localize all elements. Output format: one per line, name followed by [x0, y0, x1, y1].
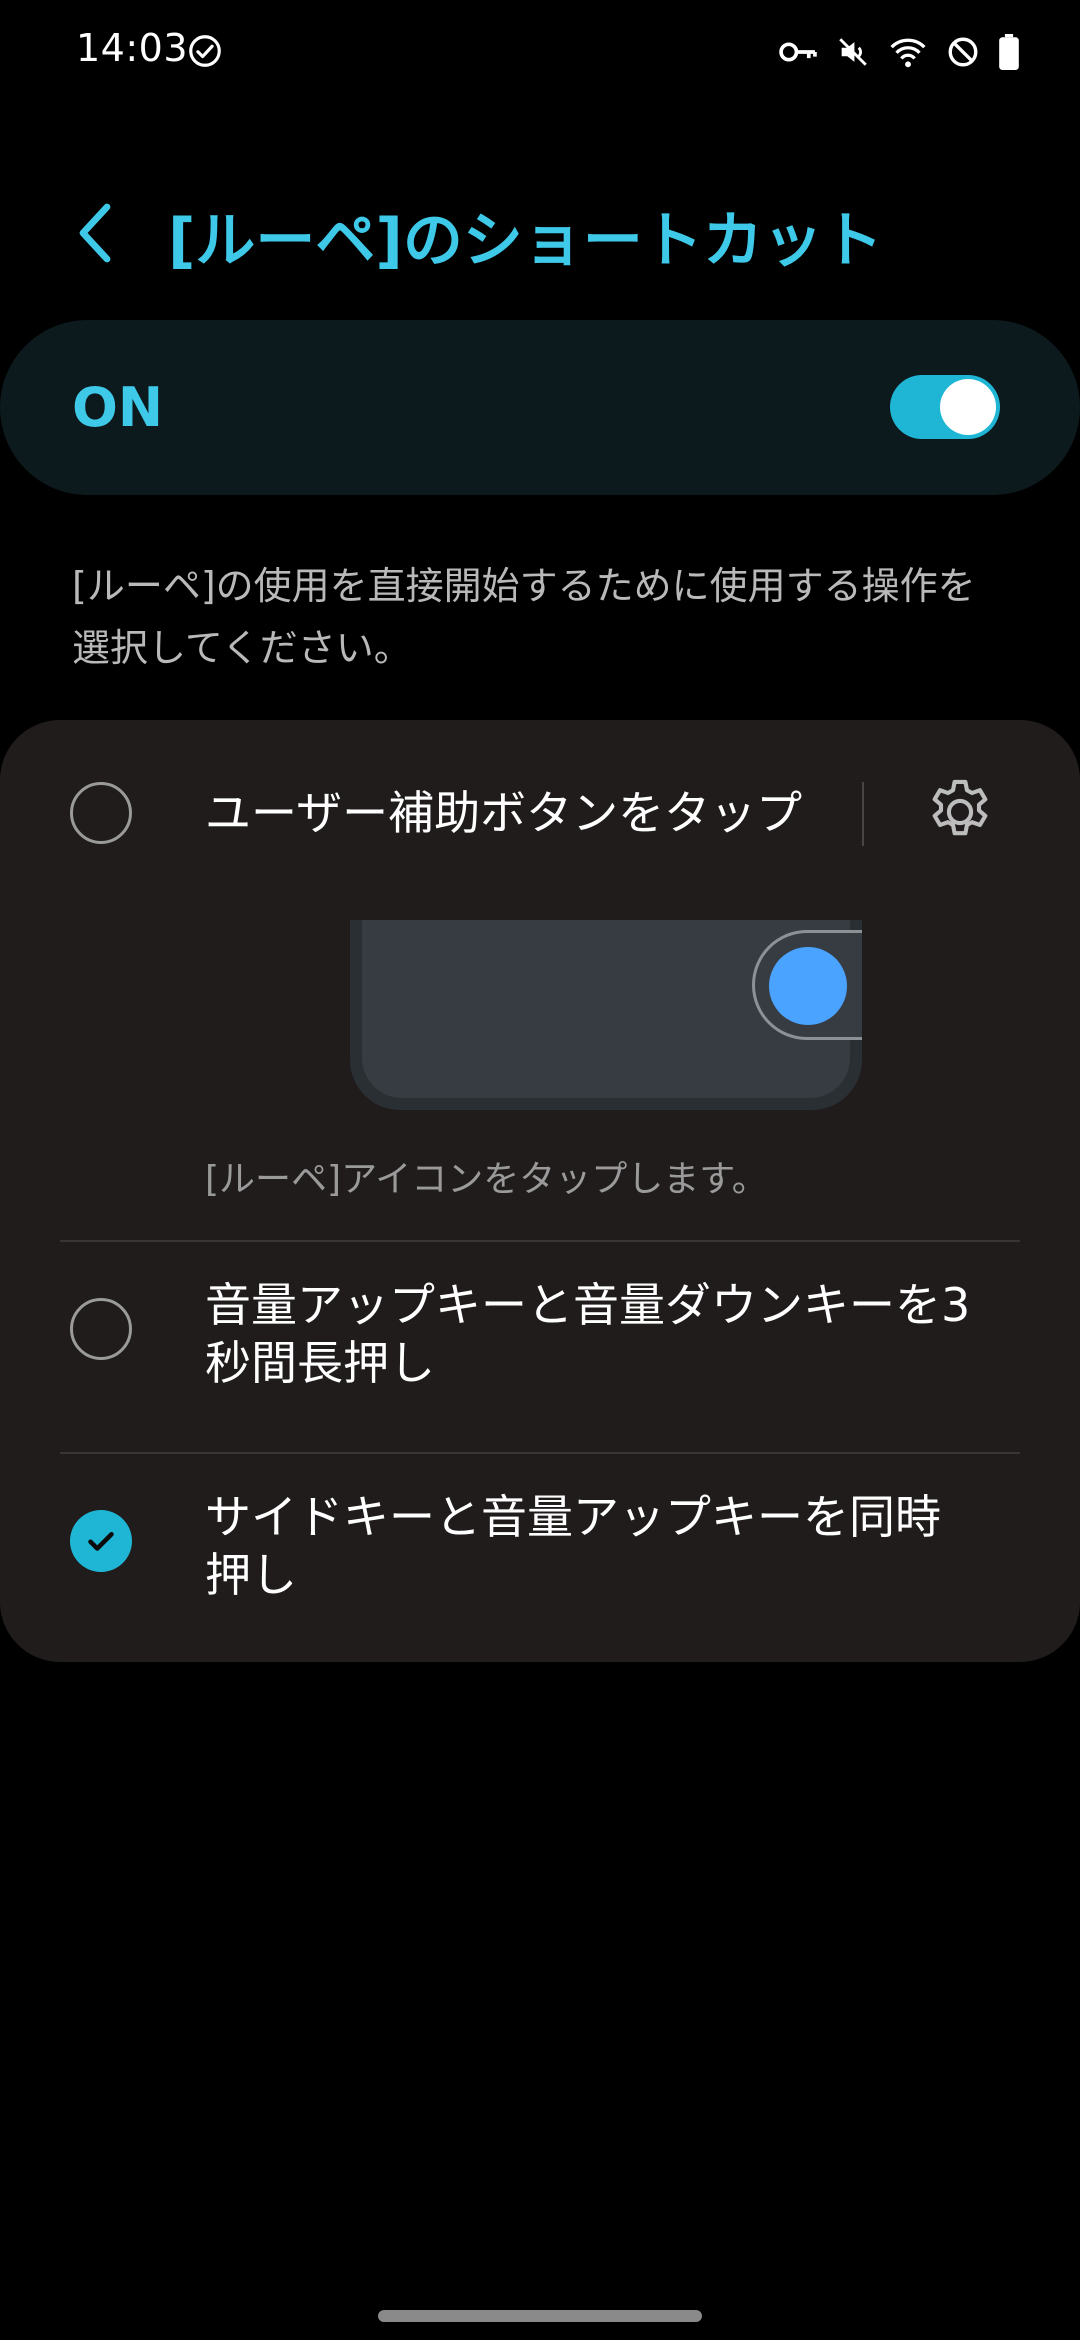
gear-icon	[932, 779, 988, 836]
option-side-and-volume-up[interactable]: サイドキーと音量アップキーを同時 押し	[0, 1454, 1080, 1662]
status-time: 14:03	[76, 26, 189, 70]
vertical-separator	[862, 782, 864, 846]
master-switch-label: ON	[72, 376, 164, 439]
toggle-thumb	[940, 379, 996, 435]
option-label-line: サイドキーと音量アップキーを同時	[205, 1490, 941, 1544]
accessibility-button-illustration	[350, 920, 862, 1110]
description-text: [ルーペ]の使用を直接開始するために使用する操作を選択してください。	[72, 564, 976, 670]
mute-icon	[839, 38, 867, 66]
radio-volume-keys[interactable]	[70, 1298, 132, 1360]
option-label-line: 押し	[205, 1548, 297, 1602]
option-volume-keys[interactable]: 音量アップキーと音量ダウンキーを3 秒間長押し	[0, 1242, 1080, 1452]
check-circle-icon	[189, 35, 221, 67]
key-icon	[779, 42, 817, 62]
status-bar: 14:03	[0, 0, 1080, 100]
master-switch-bar[interactable]: ON	[0, 320, 1080, 495]
master-toggle[interactable]	[890, 375, 1000, 439]
accessibility-dot-icon	[769, 947, 847, 1025]
check-icon	[88, 1532, 114, 1551]
do-not-disturb-icon	[948, 37, 978, 67]
app-bar: [ルーペ]のショートカット	[0, 180, 1080, 280]
floating-accessibility-button	[752, 930, 862, 1040]
screen: 14:03 [ルーペ]のショートカット ON [ルーペ]の使用を直接開始するため…	[0, 0, 1080, 2340]
option-label-line: 音量アップキーと音量ダウンキーを3	[205, 1278, 971, 1332]
chevron-left-icon	[79, 203, 111, 263]
option-label-line: 秒間長押し	[205, 1336, 435, 1390]
option-label: ユーザー補助ボタンをタップ	[205, 786, 803, 840]
illustration-screen	[362, 920, 862, 1098]
wifi-icon	[890, 38, 926, 68]
option-hint: [ルーペ]アイコンをタップします。	[205, 1159, 768, 1200]
radio-side-and-volume-up[interactable]	[70, 1510, 132, 1572]
option-label: 音量アップキーと音量ダウンキーを3 秒間長押し	[205, 1276, 970, 1392]
settings-button[interactable]	[918, 770, 1002, 854]
page-title: [ルーペ]のショートカット	[168, 206, 883, 276]
battery-icon	[999, 34, 1019, 70]
radio-accessibility-button[interactable]	[70, 782, 132, 844]
option-label: サイドキーと音量アップキーを同時 押し	[205, 1488, 941, 1604]
status-icons	[778, 30, 1020, 74]
gesture-nav-handle[interactable]	[378, 2310, 702, 2322]
back-button[interactable]	[60, 198, 130, 268]
